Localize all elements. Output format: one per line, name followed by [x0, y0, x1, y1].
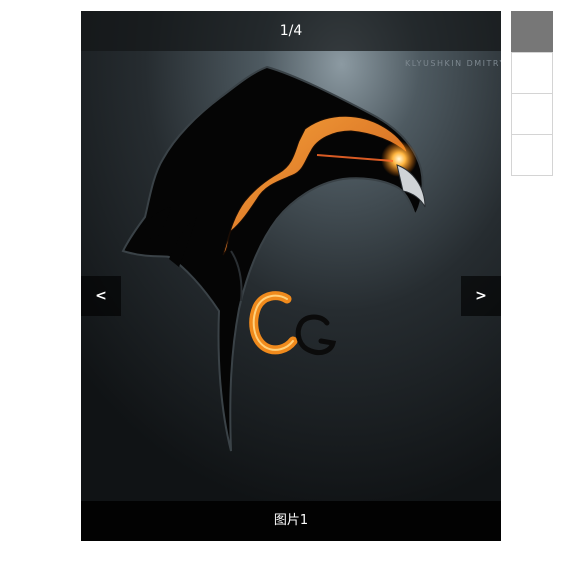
thumbnail-2[interactable] — [511, 52, 553, 94]
thumbnail-4[interactable] — [511, 134, 553, 176]
slide-counter: 1/4 — [81, 11, 501, 51]
image-slider: KLYUSHKIN DMITRY 1/4 < > 图片1 — [81, 11, 501, 541]
previous-slide-button[interactable]: < — [81, 276, 121, 316]
thumbnail-3[interactable] — [511, 93, 553, 135]
slide-image-bird-logo: KLYUSHKIN DMITRY — [81, 11, 501, 541]
watermark-text: KLYUSHKIN DMITRY — [405, 59, 501, 68]
thumbnail-list — [511, 11, 553, 176]
next-slide-button[interactable]: > — [461, 276, 501, 316]
thumbnail-1[interactable] — [511, 11, 553, 53]
slide-caption: 图片1 — [81, 501, 501, 541]
